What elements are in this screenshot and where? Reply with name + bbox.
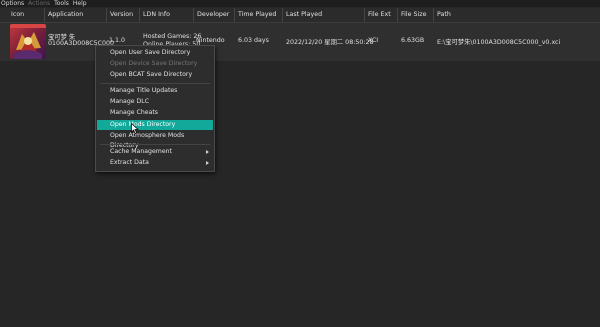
game-icon — [10, 24, 46, 59]
submenu-arrow-icon — [206, 150, 209, 154]
column-header-ldn-info[interactable]: LDN Info — [140, 8, 194, 22]
game-path: E:\宝可梦朱\0100A3D008C5C000_v0.xci — [437, 39, 561, 46]
menu-item-cache-management-label: Cache Management — [110, 148, 172, 155]
game-developer: Nintendo — [196, 37, 225, 44]
column-header-developer[interactable]: Developer — [194, 8, 235, 22]
menu-item-manage-dlc[interactable]: Manage DLC — [97, 97, 213, 107]
game-version: 1.1.0 — [109, 37, 126, 44]
menu-item-cache-management[interactable]: Cache Management — [97, 147, 213, 157]
game-file-ext: XCI — [368, 37, 379, 44]
menu-item-open-device-save-directory[interactable]: Open Device Save Directory — [97, 59, 213, 69]
menu-item-manage-cheats[interactable]: Manage Cheats — [97, 108, 213, 118]
column-header-last-played[interactable]: Last Played — [283, 8, 365, 22]
menu-bar: Options Actions Tools Help — [0, 0, 600, 7]
menu-item-open-atmosphere-mods-directory[interactable]: Open Atmosphere Mods Directory — [97, 131, 213, 149]
column-header-file-size[interactable]: File Size — [398, 8, 434, 22]
game-last-played: 2022/12/20 星期二 08:50:28 — [286, 39, 374, 46]
menu-separator — [100, 144, 210, 145]
menu-help[interactable]: Help — [72, 0, 90, 7]
table-header: Icon Application Version LDN Info Develo… — [0, 8, 600, 23]
game-time-played: 6.03 days — [238, 37, 269, 44]
column-header-file-ext[interactable]: File Ext — [365, 8, 398, 22]
ldn-hosted-games: Hosted Games: 26 — [143, 33, 202, 40]
menu-item-open-mods-directory[interactable]: Open Mods Directory — [97, 120, 213, 130]
menu-separator — [100, 83, 210, 84]
mouse-cursor-icon — [131, 122, 139, 134]
column-header-version[interactable]: Version — [107, 8, 140, 22]
menu-tools[interactable]: Tools — [53, 0, 72, 7]
menu-item-extract-data-label: Extract Data — [110, 159, 149, 166]
menu-item-manage-title-updates[interactable]: Manage Title Updates — [97, 86, 213, 96]
menu-item-extract-data[interactable]: Extract Data — [97, 158, 213, 168]
menu-item-open-bcat-save-directory[interactable]: Open BCAT Save Directory — [97, 70, 213, 80]
context-menu: Open User Save Directory Open Device Sav… — [95, 45, 215, 172]
submenu-arrow-icon — [206, 161, 209, 165]
menu-item-open-user-save-directory[interactable]: Open User Save Directory — [97, 48, 213, 58]
column-header-application[interactable]: Application — [45, 8, 107, 22]
column-header-path[interactable]: Path — [434, 8, 600, 22]
game-file-size: 6.63GB — [401, 37, 425, 44]
column-header-icon[interactable]: Icon — [8, 8, 45, 22]
menu-actions[interactable]: Actions — [27, 0, 53, 7]
column-header-time-played[interactable]: Time Played — [235, 8, 283, 22]
menu-options[interactable]: Options — [0, 0, 27, 7]
